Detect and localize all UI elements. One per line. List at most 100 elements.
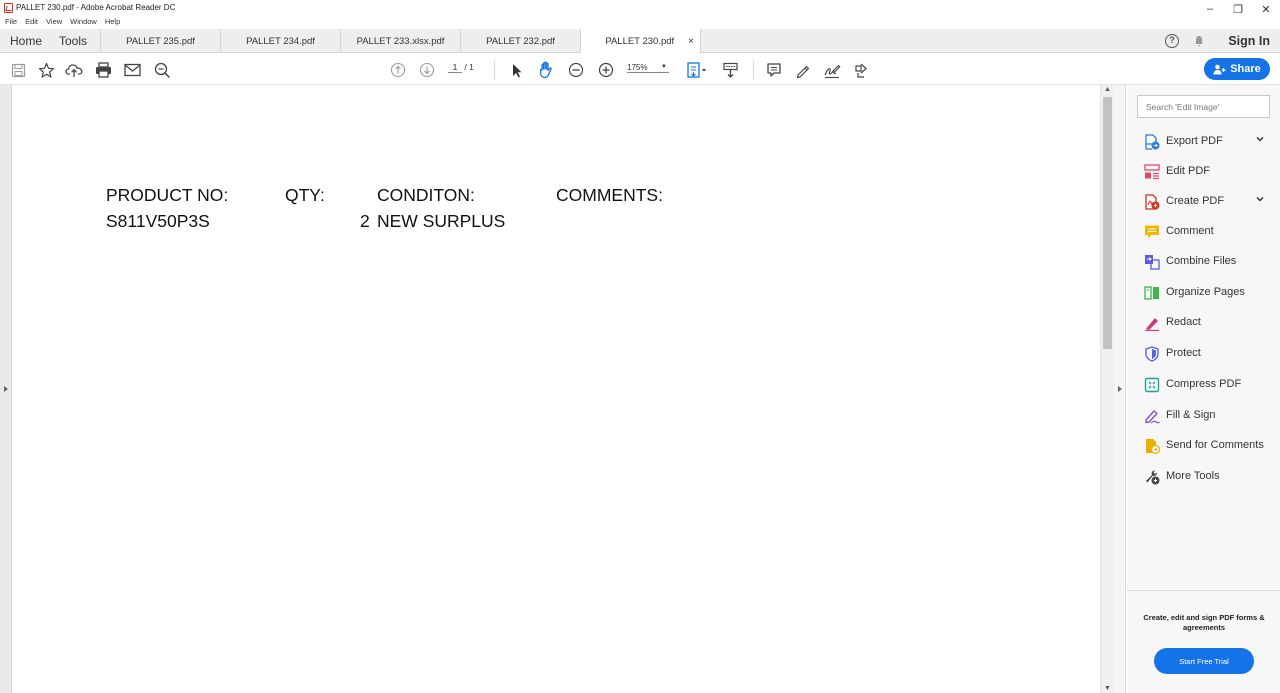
zoom-value: 175% (627, 63, 648, 72)
page-down-icon[interactable] (417, 60, 437, 80)
add-user-icon (1213, 64, 1226, 74)
tool-label: More Tools (1166, 470, 1220, 482)
email-icon[interactable] (122, 60, 142, 80)
cell-qty: 2 (360, 211, 370, 231)
tool-label: Organize Pages (1166, 286, 1245, 298)
tool-edit-pdf[interactable]: Edit PDF (1127, 160, 1280, 184)
window-title: PALLET 230.pdf - Adobe Acrobat Reader DC (16, 3, 176, 12)
restore-button[interactable]: ❐ (1224, 0, 1252, 18)
expand-left-icon (4, 386, 8, 392)
collapse-right-icon (1118, 386, 1122, 392)
start-free-trial-button[interactable]: Start Free Trial (1154, 648, 1254, 674)
tool-label: Fill & Sign (1166, 409, 1216, 421)
menu-window[interactable]: Window (65, 17, 100, 28)
title-bar: PALLET 230.pdf - Adobe Acrobat Reader DC… (0, 0, 1280, 18)
tab-label: PALLET 230.pdf (605, 36, 675, 47)
acrobat-logo-icon (4, 3, 13, 13)
fill-sign-icon (1145, 410, 1160, 424)
help-icon[interactable]: ? (1165, 34, 1179, 48)
scroll-up-icon[interactable]: ▲ (1104, 86, 1111, 93)
upload-cloud-icon[interactable] (64, 60, 84, 80)
document-view: PRODUCT NO: QTY: CONDITON: COMMENTS: S81… (13, 85, 1100, 693)
close-tab-icon[interactable]: × (688, 36, 694, 47)
page-up-icon[interactable] (388, 60, 408, 80)
close-window-button[interactable]: ✕ (1252, 0, 1280, 18)
create-pdf-icon (1145, 194, 1160, 210)
sign-in-button[interactable]: Sign In (1228, 34, 1270, 48)
menu-help[interactable]: Help (100, 17, 123, 28)
tool-export-pdf[interactable]: Export PDF (1127, 130, 1280, 154)
page-total: / 1 (464, 62, 474, 72)
tool-combine-files[interactable]: Combine Files (1127, 250, 1280, 274)
menu-view[interactable]: View (41, 17, 65, 28)
tool-label: Compress PDF (1166, 378, 1242, 390)
select-arrow-icon[interactable] (507, 60, 527, 80)
bookmark-star-icon[interactable] (36, 60, 56, 80)
read-aloud-icon[interactable] (851, 60, 871, 80)
cell-condition: NEW SURPLUS (377, 211, 506, 231)
print-icon[interactable] (93, 60, 113, 80)
chevron-down-icon: ▼ (661, 64, 667, 70)
share-button[interactable]: Share (1204, 58, 1270, 80)
tab-label: PALLET 235.pdf (126, 35, 195, 47)
tool-label: Redact (1166, 316, 1201, 328)
vertical-scrollbar[interactable]: ▲ ▼ (1100, 85, 1114, 693)
main-toolbar: 1 / 1 175% ▼ Share (0, 54, 1280, 85)
fit-page-icon[interactable] (684, 60, 710, 80)
tool-redact[interactable]: Redact (1127, 311, 1280, 335)
more-tools-icon (1146, 470, 1160, 485)
tab-document[interactable]: PALLET 234.pdf (221, 29, 341, 53)
chevron-down-icon[interactable] (1255, 194, 1265, 207)
tool-comment[interactable]: Comment (1127, 220, 1280, 244)
tool-more-tools[interactable]: More Tools (1127, 465, 1280, 489)
zoom-out-icon[interactable] (566, 60, 586, 80)
tool-send-for-comments[interactable]: Send for Comments (1127, 434, 1280, 458)
menu-file[interactable]: File (0, 17, 20, 28)
tool-compress-pdf[interactable]: Compress PDF (1127, 373, 1280, 397)
sign-icon[interactable] (822, 60, 842, 80)
tab-document-active[interactable]: PALLET 230.pdf × (581, 29, 701, 54)
toolbar-divider (494, 61, 495, 79)
tab-bar: Home Tools PALLET 235.pdf PALLET 234.pdf… (0, 29, 1280, 54)
send-for-comments-icon (1146, 439, 1160, 454)
hand-tool-icon[interactable] (536, 60, 556, 80)
tool-protect[interactable]: Protect (1127, 342, 1280, 366)
tool-organize-pages[interactable]: Organize Pages (1127, 281, 1280, 305)
trial-promo: Create, edit and sign PDF forms & agreem… (1127, 590, 1280, 693)
chevron-down-icon[interactable] (1255, 134, 1265, 147)
tool-create-pdf[interactable]: Create PDF (1127, 190, 1280, 214)
combine-files-icon (1145, 255, 1160, 270)
bell-icon[interactable] (1194, 35, 1204, 47)
tab-document[interactable]: PALLET 235.pdf (100, 29, 221, 53)
comment-icon[interactable] (764, 60, 784, 80)
organize-pages-icon (1144, 286, 1159, 300)
left-panel-toggle[interactable] (0, 85, 12, 693)
right-pane-toggle[interactable] (1114, 85, 1126, 693)
zoom-dropdown[interactable]: 175% ▼ (627, 63, 669, 73)
header-qty: QTY: (285, 185, 325, 205)
comment-icon (1145, 225, 1159, 239)
scrollbar-thumb[interactable] (1103, 97, 1112, 349)
find-zoom-icon[interactable] (152, 60, 172, 80)
tab-label: PALLET 232.pdf (486, 35, 555, 47)
tool-label: Protect (1166, 347, 1201, 359)
highlight-pen-icon[interactable] (793, 60, 813, 80)
export-pdf-icon (1145, 134, 1160, 150)
scroll-mode-icon[interactable] (720, 60, 740, 80)
tool-label: Send for Comments (1166, 439, 1264, 451)
menu-edit[interactable]: Edit (20, 17, 41, 28)
cell-product-no: S811V50P3S (106, 211, 210, 231)
save-icon[interactable] (8, 60, 28, 80)
page-number-input[interactable]: 1 (448, 62, 462, 73)
minimize-button[interactable]: – (1196, 0, 1224, 18)
tab-tools[interactable]: Tools (59, 29, 87, 53)
zoom-in-icon[interactable] (596, 60, 616, 80)
tools-pane: Search 'Edit Image' Export PDF Edit PDF … (1127, 85, 1280, 693)
tab-document[interactable]: PALLET 232.pdf (461, 29, 581, 53)
tool-label: Combine Files (1166, 255, 1237, 267)
tools-search-input[interactable]: Search 'Edit Image' (1137, 95, 1270, 118)
tab-document[interactable]: PALLET 233.xlsx.pdf (341, 29, 461, 53)
tool-fill-sign[interactable]: Fill & Sign (1127, 404, 1280, 428)
tab-home[interactable]: Home (10, 29, 42, 53)
scroll-down-icon[interactable]: ▼ (1104, 685, 1111, 692)
